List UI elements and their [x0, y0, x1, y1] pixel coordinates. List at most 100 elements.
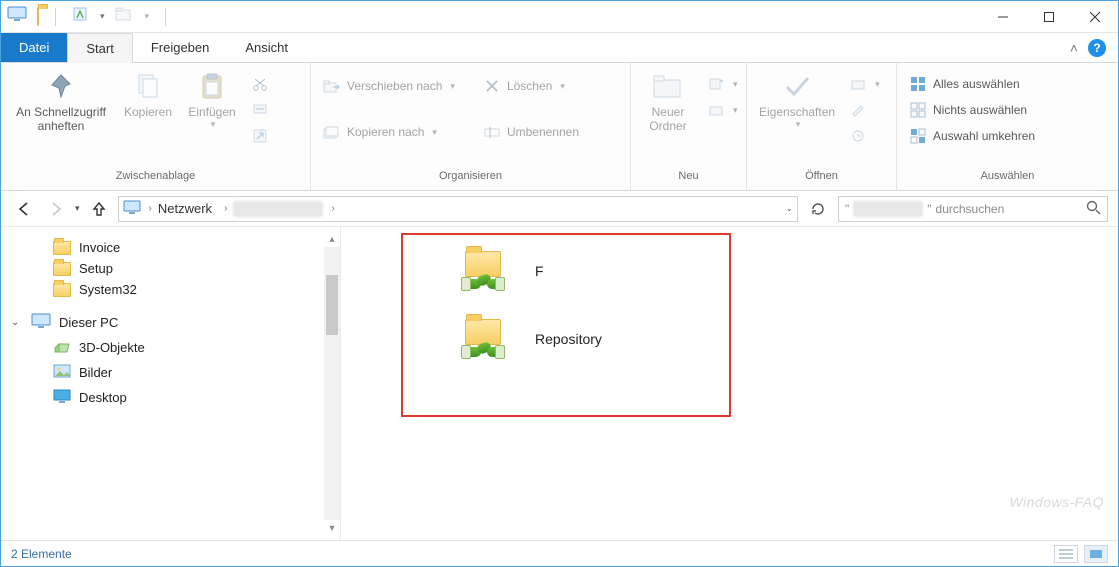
scroll-up-icon[interactable]: ▴: [324, 231, 340, 247]
new-item-button[interactable]: ▾: [701, 71, 744, 97]
objects-icon: [53, 338, 71, 357]
folder-icon: [37, 8, 39, 26]
tree-item-this-pc[interactable]: ⌄ Dieser PC: [1, 310, 340, 335]
new-folder-qat-icon[interactable]: [115, 6, 133, 27]
details-view-button[interactable]: [1054, 545, 1078, 563]
tree-item-label: Desktop: [79, 390, 127, 405]
delete-button[interactable]: Löschen ▾: [477, 73, 585, 99]
search-suffix: durchsuchen: [936, 202, 1005, 216]
edit-icon: [849, 101, 867, 119]
highlight-box: [401, 233, 731, 417]
paste-shortcut-button[interactable]: [245, 123, 275, 149]
qat-dropdown-icon[interactable]: ▾: [100, 11, 105, 22]
redacted-host: .: [233, 201, 323, 217]
expand-icon[interactable]: ⌄: [11, 317, 21, 328]
back-button[interactable]: [11, 196, 37, 222]
collapse-ribbon-icon[interactable]: ˄: [1070, 40, 1078, 56]
maximize-button[interactable]: [1026, 1, 1072, 33]
invert-selection-button[interactable]: Auswahl umkehren: [903, 123, 1041, 149]
status-bar: 2 Elemente: [1, 540, 1118, 566]
ribbon-tabs: Datei Start Freigeben Ansicht ˄ ?: [1, 33, 1118, 63]
tree-item[interactable]: Desktop: [1, 385, 340, 410]
search-box[interactable]: "." durchsuchen: [838, 196, 1108, 222]
copy-to-button[interactable]: Kopieren nach ▾: [317, 119, 461, 145]
paste-button[interactable]: Einfügen ▾: [181, 67, 243, 132]
new-folder-label: Neuer Ordner: [649, 105, 686, 134]
icons-view-button[interactable]: [1084, 545, 1108, 563]
navigation-tree[interactable]: Invoice Setup System32 ⌄ Dieser PC 3D-Ob…: [1, 227, 341, 540]
main-area: Invoice Setup System32 ⌄ Dieser PC 3D-Ob…: [1, 227, 1118, 540]
scroll-track[interactable]: [324, 247, 340, 520]
paste-icon: [195, 69, 229, 103]
pictures-icon: [53, 363, 71, 382]
qat-overflow-icon[interactable]: ▾: [145, 11, 150, 22]
tab-start[interactable]: Start: [67, 33, 132, 63]
close-button[interactable]: [1072, 1, 1118, 33]
properties-label: Eigenschaften: [759, 105, 835, 119]
scissors-icon: [251, 75, 269, 93]
up-button[interactable]: [86, 196, 112, 222]
tab-file[interactable]: Datei: [1, 33, 67, 62]
chevron-down-icon: ▾: [733, 105, 738, 116]
easy-access-button[interactable]: ▾: [701, 97, 744, 123]
breadcrumb-host[interactable]: › .: [220, 201, 327, 217]
history-button[interactable]: [843, 123, 886, 149]
folder-icon: [53, 241, 71, 255]
tree-item[interactable]: System32: [1, 279, 340, 300]
shared-folder-icon: [461, 319, 505, 359]
ribbon-group-clipboard: An Schnellzugriff anheften Kopieren Einf…: [1, 63, 311, 190]
cut-button[interactable]: [245, 71, 275, 97]
select-all-button[interactable]: Alles auswählen: [903, 71, 1041, 97]
forward-button[interactable]: [43, 196, 69, 222]
tree-item[interactable]: 3D-Objekte: [1, 335, 340, 360]
separator: [55, 8, 56, 26]
pin-icon: [44, 69, 78, 103]
recent-locations-icon[interactable]: ▾: [75, 203, 80, 214]
rename-button[interactable]: Umbenennen: [477, 119, 585, 145]
redacted-search-term: .: [853, 201, 923, 217]
content-pane[interactable]: F Repository Windows-FAQ: [341, 227, 1118, 540]
help-icon[interactable]: ?: [1088, 39, 1106, 57]
ribbon-group-new: Neuer Ordner ▾ ▾ Neu: [631, 63, 747, 190]
pin-label: An Schnellzugriff anheften: [16, 105, 106, 134]
select-none-label: Nichts auswählen: [933, 103, 1027, 117]
move-to-label: Verschieben nach: [347, 79, 442, 93]
address-dropdown-icon[interactable]: ⌄: [785, 203, 793, 214]
breadcrumb-network[interactable]: › Netzwerk: [145, 201, 217, 216]
status-text: 2 Elemente: [11, 547, 72, 561]
tree-item[interactable]: Setup: [1, 258, 340, 279]
address-bar[interactable]: › Netzwerk › . › ⌄: [118, 196, 798, 222]
select-none-button[interactable]: Nichts auswählen: [903, 97, 1041, 123]
tree-item-label: Bilder: [79, 365, 112, 380]
ribbon-group-organize: Verschieben nach ▾ Kopieren nach ▾ Lösch…: [311, 63, 631, 190]
minimize-button[interactable]: [980, 1, 1026, 33]
copy-path-button[interactable]: [245, 97, 275, 123]
select-all-icon: [909, 75, 927, 93]
new-folder-button[interactable]: Neuer Ordner: [637, 67, 699, 136]
properties-button[interactable]: Eigenschaften ▾: [753, 67, 841, 132]
tree-item[interactable]: Bilder: [1, 360, 340, 385]
title-bar: ▾ ▾: [1, 1, 1118, 33]
pin-to-quick-access-button[interactable]: An Schnellzugriff anheften: [7, 67, 115, 136]
tree-item-label: Dieser PC: [59, 315, 118, 330]
tab-view[interactable]: Ansicht: [227, 33, 306, 62]
open-button[interactable]: ▾: [843, 71, 886, 97]
watermark: Windows-FAQ: [1009, 494, 1104, 510]
tree-item[interactable]: Invoice: [1, 237, 340, 258]
scroll-thumb[interactable]: [326, 275, 338, 335]
scroll-down-icon[interactable]: ▾: [324, 520, 340, 536]
chevron-right-icon: ›: [149, 203, 152, 214]
edit-button[interactable]: [843, 97, 886, 123]
move-to-button[interactable]: Verschieben nach ▾: [317, 73, 461, 99]
refresh-button[interactable]: [804, 196, 832, 222]
properties-icon[interactable]: [72, 6, 88, 27]
tab-share[interactable]: Freigeben: [133, 33, 228, 62]
chevron-down-icon: ▾: [211, 119, 216, 130]
chevron-right-icon: ›: [331, 203, 334, 214]
easy-access-icon: [707, 101, 725, 119]
tree-scrollbar[interactable]: ▴ ▾: [324, 231, 340, 536]
copy-button[interactable]: Kopieren: [117, 67, 179, 121]
search-icon: [1085, 199, 1101, 218]
ribbon: An Schnellzugriff anheften Kopieren Einf…: [1, 63, 1118, 191]
tree-item-label: Setup: [79, 261, 113, 276]
